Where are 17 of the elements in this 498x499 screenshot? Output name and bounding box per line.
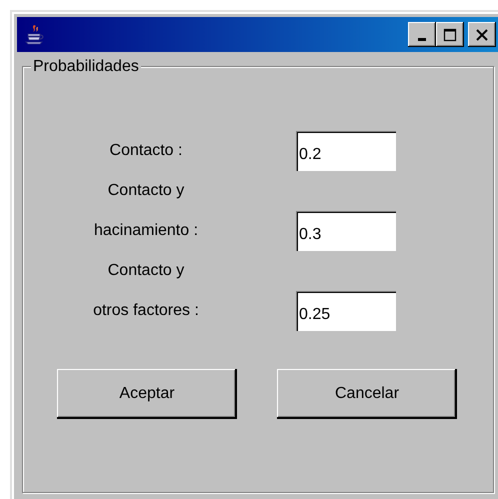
input-field[interactable]: 0.25: [296, 291, 396, 331]
close-icon: [475, 28, 489, 42]
field-label: Contacto :: [108, 142, 184, 160]
minimize-button[interactable]: [408, 22, 436, 47]
input-field[interactable]: 0.2: [296, 131, 396, 171]
maximize-icon: [443, 28, 457, 42]
coffee-cup-icon: [25, 24, 45, 46]
maximize-button[interactable]: [436, 22, 464, 47]
field-label: Contacto y: [106, 262, 186, 280]
field-label: Contacto y: [106, 182, 186, 200]
input-field[interactable]: 0.3: [296, 211, 396, 251]
minimize-icon: [418, 38, 426, 40]
field-label: otros factores :: [92, 302, 200, 320]
close-button[interactable]: [468, 22, 496, 47]
dialog-button[interactable]: Aceptar: [57, 369, 237, 419]
dialog-button[interactable]: Cancelar: [277, 369, 457, 419]
field-label: hacinamiento :: [92, 222, 200, 240]
